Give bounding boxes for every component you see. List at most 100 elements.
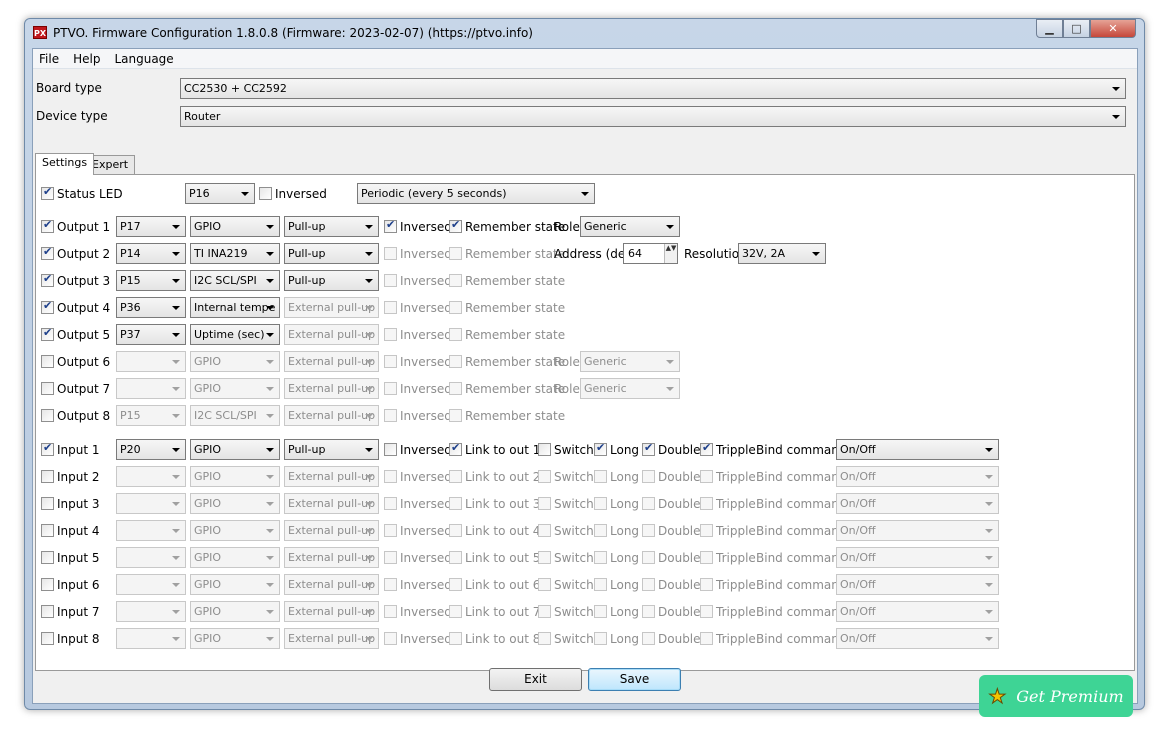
output-7-inversed-checkbox[interactable] <box>384 382 397 395</box>
input-7-switch-checkbox[interactable] <box>538 605 551 618</box>
input-5-pull-select[interactable]: External pull-up <box>284 547 379 568</box>
input-7-pull-select[interactable]: External pull-up <box>284 601 379 622</box>
input-3-long-checkbox[interactable] <box>594 497 607 510</box>
input-6-command-select[interactable]: On/Off <box>836 574 999 595</box>
input-4-switch-checkbox[interactable] <box>538 524 551 537</box>
input-8-double-checkbox[interactable] <box>642 632 655 645</box>
output-4-pull-select[interactable]: External pull-up <box>284 297 379 318</box>
output-6-pin-select[interactable] <box>116 351 186 372</box>
input-4-command-select[interactable]: On/Off <box>836 520 999 541</box>
board-type-select[interactable]: CC2530 + CC2592 <box>180 78 1126 99</box>
input-6-pin-select[interactable] <box>116 574 186 595</box>
output-5-inversed-checkbox[interactable] <box>384 328 397 341</box>
input-2-inversed-checkbox[interactable] <box>384 470 397 483</box>
input-5-inversed-checkbox[interactable] <box>384 551 397 564</box>
input-8-command-select[interactable]: On/Off <box>836 628 999 649</box>
device-type-select[interactable]: Router <box>180 106 1126 127</box>
input-8-inversed-checkbox[interactable] <box>384 632 397 645</box>
input-2-checkbox[interactable] <box>41 470 54 483</box>
output-2-pin-select[interactable]: P14 <box>116 243 186 264</box>
input-2-switch-checkbox[interactable] <box>538 470 551 483</box>
input-4-pin-select[interactable] <box>116 520 186 541</box>
input-5-pin-select[interactable] <box>116 547 186 568</box>
input-1-pull-select[interactable]: Pull-up <box>284 439 379 460</box>
input-6-link-checkbox[interactable] <box>449 578 462 591</box>
input-8-pin-select[interactable] <box>116 628 186 649</box>
input-5-double-checkbox[interactable] <box>642 551 655 564</box>
status-led-pin-select[interactable]: P16 <box>185 183 255 204</box>
output-2-inversed-checkbox[interactable] <box>384 247 397 260</box>
input-7-long-checkbox[interactable] <box>594 605 607 618</box>
input-7-checkbox[interactable] <box>41 605 54 618</box>
output-7-function-select[interactable]: GPIO <box>190 378 280 399</box>
output-3-pin-select[interactable]: P15 <box>116 270 186 291</box>
output-3-function-select[interactable]: I2C SCL/SPI <box>190 270 280 291</box>
output-3-pull-select[interactable]: Pull-up <box>284 270 379 291</box>
output-6-inversed-checkbox[interactable] <box>384 355 397 368</box>
output-1-pin-select[interactable]: P17 <box>116 216 186 237</box>
input-1-double-checkbox[interactable] <box>642 441 655 456</box>
input-1-checkbox[interactable] <box>41 441 54 456</box>
input-7-double-checkbox[interactable] <box>642 605 655 618</box>
input-5-switch-checkbox[interactable] <box>538 551 551 564</box>
input-5-checkbox[interactable] <box>41 551 54 564</box>
output-2-checkbox[interactable] <box>41 245 54 260</box>
output-4-function-select[interactable]: Internal tempe <box>190 297 280 318</box>
input-5-function-select[interactable]: GPIO <box>190 547 280 568</box>
output-1-function-select[interactable]: GPIO <box>190 216 280 237</box>
input-1-function-select[interactable]: GPIO <box>190 439 280 460</box>
input-2-tripple-checkbox[interactable] <box>700 470 713 483</box>
input-7-command-select[interactable]: On/Off <box>836 601 999 622</box>
input-5-link-checkbox[interactable] <box>449 551 462 564</box>
status-led-inversed-checkbox[interactable] <box>259 187 272 200</box>
menu-language[interactable]: Language <box>114 52 173 66</box>
title-bar[interactable]: PX PTVO. Firmware Configuration 1.8.0.8 … <box>25 19 1144 47</box>
save-button[interactable]: Save <box>588 668 681 691</box>
input-5-tripple-checkbox[interactable] <box>700 551 713 564</box>
input-6-long-checkbox[interactable] <box>594 578 607 591</box>
input-2-link-checkbox[interactable] <box>449 470 462 483</box>
input-1-tripple-checkbox[interactable] <box>700 441 713 456</box>
output-8-pull-select[interactable]: External pull-up <box>284 405 379 426</box>
output-6-pull-select[interactable]: External pull-up <box>284 351 379 372</box>
output-8-remember-checkbox[interactable] <box>449 409 462 422</box>
output-6-role-select[interactable]: Generic <box>580 351 680 372</box>
output-1-pull-select[interactable]: Pull-up <box>284 216 379 237</box>
input-5-command-select[interactable]: On/Off <box>836 547 999 568</box>
output-7-role-select[interactable]: Generic <box>580 378 680 399</box>
input-4-checkbox[interactable] <box>41 524 54 537</box>
exit-button[interactable]: Exit <box>489 668 582 691</box>
input-7-pin-select[interactable] <box>116 601 186 622</box>
input-3-command-select[interactable]: On/Off <box>836 493 999 514</box>
input-7-link-checkbox[interactable] <box>449 605 462 618</box>
output-7-remember-checkbox[interactable] <box>449 382 462 395</box>
menu-help[interactable]: Help <box>73 52 100 66</box>
output-4-inversed-checkbox[interactable] <box>384 301 397 314</box>
output-6-remember-checkbox[interactable] <box>449 355 462 368</box>
output-7-pull-select[interactable]: External pull-up <box>284 378 379 399</box>
output-2-remember-checkbox[interactable] <box>449 247 462 260</box>
input-7-function-select[interactable]: GPIO <box>190 601 280 622</box>
input-7-tripple-checkbox[interactable] <box>700 605 713 618</box>
output-5-pull-select[interactable]: External pull-up <box>284 324 379 345</box>
input-4-function-select[interactable]: GPIO <box>190 520 280 541</box>
input-2-long-checkbox[interactable] <box>594 470 607 483</box>
input-3-tripple-checkbox[interactable] <box>700 497 713 510</box>
input-1-link-checkbox[interactable] <box>449 441 462 456</box>
input-3-checkbox[interactable] <box>41 497 54 510</box>
get-premium-button[interactable]: ★ Get Premium <box>979 675 1133 717</box>
input-2-command-select[interactable]: On/Off <box>836 466 999 487</box>
output-8-pin-select[interactable]: P15 <box>116 405 186 426</box>
input-5-long-checkbox[interactable] <box>594 551 607 564</box>
input-1-pin-select[interactable]: P20 <box>116 439 186 460</box>
output-2-function-select[interactable]: TI INA219 <box>190 243 280 264</box>
input-3-inversed-checkbox[interactable] <box>384 497 397 510</box>
input-8-link-checkbox[interactable] <box>449 632 462 645</box>
output-5-checkbox[interactable] <box>41 326 54 341</box>
input-4-double-checkbox[interactable] <box>642 524 655 537</box>
output-8-function-select[interactable]: I2C SCL/SPI <box>190 405 280 426</box>
spin-arrows-icon[interactable]: ▲▼ <box>664 244 677 263</box>
minimize-button[interactable]: ▁ <box>1036 19 1063 38</box>
input-6-double-checkbox[interactable] <box>642 578 655 591</box>
output-8-inversed-checkbox[interactable] <box>384 409 397 422</box>
